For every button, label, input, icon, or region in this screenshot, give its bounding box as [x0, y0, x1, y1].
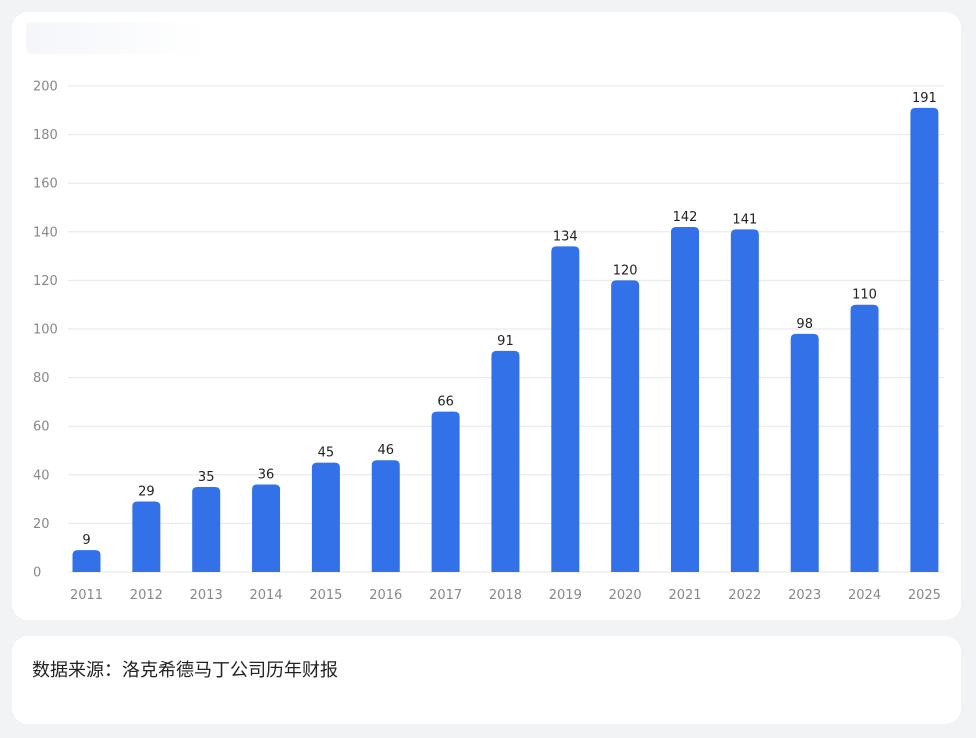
y-tick-label: 0 [33, 566, 41, 581]
data-label-2015: 45 [318, 446, 335, 461]
x-tick-label: 2023 [788, 588, 821, 603]
data-source-note: 数据来源：洛克希德马丁公司历年财报 [32, 660, 338, 681]
x-tick-label: 2012 [130, 588, 163, 603]
bar-2021 [671, 226, 699, 572]
y-axis-ticks: 0 20 40 60 80 100 120 140 160 180 200 [33, 80, 58, 581]
bar-2016 [371, 460, 400, 572]
x-axis-ticks: 2011 2012 2013 2014 2015 2016 2017 2018 2019 2020… [70, 588, 941, 603]
x-tick-label: 2022 [728, 588, 761, 603]
bar-2011 [72, 550, 101, 572]
y-tick-label: 120 [33, 274, 58, 289]
y-tick-label: 60 [33, 420, 50, 435]
data-label-2022: 141 [732, 212, 757, 227]
y-tick-label: 160 [33, 177, 58, 192]
y-tick-label: 200 [33, 80, 58, 95]
data-label-2014: 36 [258, 468, 275, 483]
bar-chart: 0 20 40 60 80 100 120 140 160 180 200 9 29 35 36 45 46 6… [33, 80, 944, 603]
data-label-2013: 35 [198, 470, 215, 485]
data-label-2024: 110 [852, 288, 877, 303]
y-tick-label: 180 [33, 128, 58, 143]
y-tick-label: 100 [33, 323, 58, 338]
x-tick-label: 2021 [668, 588, 701, 603]
data-label-2021: 142 [673, 210, 698, 225]
bar-2024 [850, 304, 879, 572]
x-tick-label: 2020 [609, 588, 642, 603]
data-label-2016: 46 [377, 443, 394, 458]
x-tick-label: 2015 [309, 588, 342, 603]
data-label-2023: 98 [796, 317, 813, 332]
x-tick-label: 2018 [489, 588, 522, 603]
data-label-2012: 29 [138, 485, 155, 500]
bar-2013 [192, 486, 221, 572]
bar-2020 [611, 280, 640, 572]
y-tick-label: 140 [33, 225, 58, 240]
data-label-2011: 9 [82, 533, 90, 548]
data-label-2025: 191 [912, 91, 937, 106]
bar-2019 [551, 246, 580, 572]
data-label-2019: 134 [553, 229, 578, 244]
bar-2023 [790, 333, 819, 572]
source-card: 数据来源：洛克希德马丁公司历年财报 [12, 636, 961, 724]
x-tick-label: 2017 [429, 588, 462, 603]
x-tick-label: 2013 [190, 588, 223, 603]
bar-2015 [311, 462, 340, 572]
bar-2017 [431, 411, 460, 572]
bar-2018 [491, 350, 520, 572]
y-tick-label: 80 [33, 371, 50, 386]
bar-2025 [910, 107, 939, 573]
x-tick-label: 2019 [549, 588, 582, 603]
bar-2022 [730, 229, 759, 572]
y-tick-label: 40 [33, 468, 50, 483]
x-tick-label: 2025 [908, 588, 941, 603]
data-label-2020: 120 [613, 263, 638, 278]
y-tick-label: 20 [33, 517, 50, 532]
x-tick-label: 2024 [848, 588, 881, 603]
bar-2014 [252, 484, 281, 572]
data-label-2017: 66 [437, 395, 454, 410]
x-tick-label: 2011 [70, 588, 103, 603]
x-tick-label: 2014 [250, 588, 283, 603]
data-label-2018: 91 [497, 334, 514, 349]
bar-2012 [132, 501, 161, 572]
x-tick-label: 2016 [369, 588, 402, 603]
